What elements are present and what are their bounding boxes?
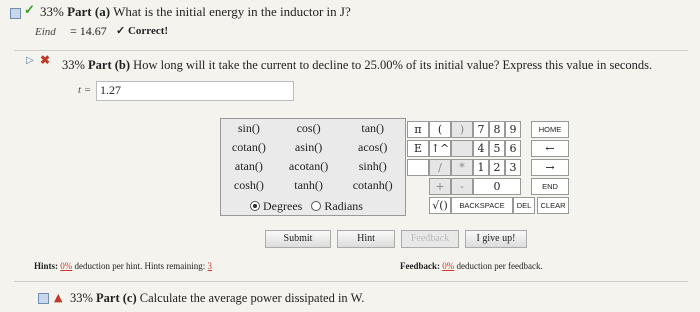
part-b-incorrect-icon: ✖ [40, 53, 51, 67]
part-b-percent: 33% [62, 58, 85, 72]
left-arrow-key[interactable]: ← [531, 140, 569, 157]
hints-remaining: 3 [207, 261, 213, 271]
hints-text: Hints: 0% deduction per hint. Hints rema… [34, 261, 212, 271]
hints-label: Hints: [34, 261, 59, 271]
one-key[interactable]: 1 [473, 159, 489, 176]
fn-cosh-button[interactable]: cosh() [221, 176, 277, 195]
feedback-text: Feedback: 0% deduction per feedback. [400, 261, 543, 271]
sqrt-key[interactable]: √() [429, 197, 451, 214]
fn-acos-button[interactable]: acos() [340, 138, 405, 157]
part-b-header: 33% Part (b) How long will it take the c… [62, 58, 652, 73]
radians-radio[interactable] [311, 201, 322, 211]
degrees-label: Degrees [263, 199, 303, 213]
part-a-percent: 33% [40, 4, 64, 19]
zero-key[interactable]: 0 [473, 178, 521, 195]
plus-key[interactable]: + [429, 178, 451, 195]
six-key[interactable]: 6 [505, 140, 521, 157]
fn-sinh-button[interactable]: sinh() [340, 157, 405, 176]
function-row: cosh() tanh() cotanh() [221, 176, 405, 195]
fn-tanh-button[interactable]: tanh() [277, 176, 341, 195]
hints-description: deduction per hint. Hints remaining: [74, 261, 206, 271]
seven-key[interactable]: 7 [473, 121, 489, 138]
five-key[interactable]: 5 [489, 140, 505, 157]
part-b-title: Part (b) [88, 58, 131, 72]
function-table: sin() cos() tan() cotan() asin() acos() … [221, 119, 405, 195]
function-row: cotan() asin() acos() [221, 138, 405, 157]
blank-key[interactable] [407, 159, 429, 176]
part-a-menu-icon[interactable] [10, 8, 21, 19]
feedback-description: deduction per feedback. [456, 261, 543, 271]
power-key[interactable]: ↑^ [429, 140, 451, 157]
section-divider [14, 281, 688, 282]
part-b-answer-input[interactable]: 1.27 [96, 81, 294, 101]
eight-key[interactable]: 8 [489, 121, 505, 138]
feedback-button[interactable]: Feedback [401, 230, 459, 248]
fn-cotan-button[interactable]: cotan() [221, 138, 277, 157]
answer-value: 14.67 [79, 24, 107, 38]
give-up-button[interactable]: I give up! [465, 230, 527, 248]
minus-key[interactable]: - [451, 178, 473, 195]
answer-equals: = [70, 24, 77, 38]
feedback-deduction: 0% [442, 261, 455, 271]
part-a-header: 33% Part (a) What is the initial energy … [40, 4, 351, 20]
part-c-header: 33% Part (c) Calculate the average power… [70, 291, 364, 306]
clear-key[interactable]: CLEAR [537, 197, 569, 214]
fn-cos-button[interactable]: cos() [277, 119, 341, 138]
del-key[interactable]: DEL [513, 197, 535, 214]
part-a-title: Part (a) [67, 4, 111, 19]
part-b-answer-label: t = [78, 84, 92, 96]
fn-asin-button[interactable]: asin() [277, 138, 341, 157]
part-a-status: ✓ Correct! [116, 25, 169, 37]
part-a-answer-value: = 14.67 [70, 24, 107, 39]
fn-cotanh-button[interactable]: cotanh() [340, 176, 405, 195]
fn-tan-button[interactable]: tan() [340, 119, 405, 138]
function-row: atan() acotan() sinh() [221, 157, 405, 176]
part-b-expand-icon[interactable]: ▷ [26, 55, 34, 66]
degrees-radio[interactable] [250, 201, 260, 211]
four-key[interactable]: 4 [473, 140, 489, 157]
hints-deduction: 0% [60, 261, 73, 271]
part-c-warning-icon: ▲ [54, 291, 63, 304]
nine-key[interactable]: 9 [505, 121, 521, 138]
submit-button[interactable]: Submit [265, 230, 331, 248]
radians-label: Radians [324, 199, 363, 213]
fn-atan-button[interactable]: atan() [221, 157, 277, 176]
e-key[interactable]: E [407, 140, 429, 157]
part-b-question: How long will it take the current to dec… [133, 58, 653, 72]
answer-label-text: Eind [35, 26, 56, 38]
backspace-key[interactable]: BACKSPACE [451, 197, 513, 214]
part-a-answer-label: Eind [35, 26, 56, 38]
part-c-percent: 33% [70, 291, 93, 305]
sqrt-power-key[interactable] [451, 140, 473, 157]
right-arrow-key[interactable]: → [531, 159, 569, 176]
fn-acotan-button[interactable]: acotan() [277, 157, 341, 176]
pi-key[interactable]: π [407, 121, 429, 138]
three-key[interactable]: 3 [505, 159, 521, 176]
end-key[interactable]: END [531, 178, 569, 195]
function-row: sin() cos() tan() [221, 119, 405, 138]
part-c-title: Part (c) [96, 291, 137, 305]
part-a-correct-check-icon: ✓ [24, 3, 35, 18]
home-key[interactable]: HOME [531, 121, 569, 138]
two-key[interactable]: 2 [489, 159, 505, 176]
angle-mode: Degrees Radians [250, 199, 363, 214]
divide-key[interactable]: / [429, 159, 451, 176]
open-paren-key[interactable]: ( [429, 121, 451, 138]
fn-sin-button[interactable]: sin() [221, 119, 277, 138]
multiply-key[interactable]: * [451, 159, 473, 176]
part-c-menu-icon[interactable] [38, 293, 49, 304]
hint-button[interactable]: Hint [337, 230, 395, 248]
part-c-question: Calculate the average power dissipated i… [139, 291, 365, 305]
feedback-label: Feedback: [400, 261, 440, 271]
close-paren-key[interactable]: ) [451, 121, 473, 138]
part-a-question: What is the initial energy in the induct… [113, 4, 351, 19]
